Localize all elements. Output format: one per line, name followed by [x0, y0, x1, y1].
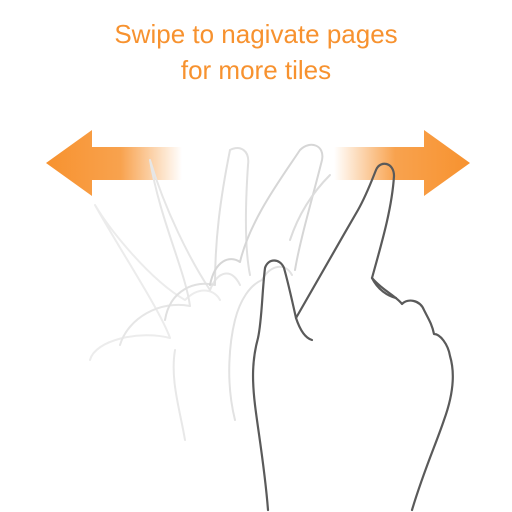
ghost-hand-1 — [89, 204, 221, 361]
ghost-hand-5 — [228, 265, 293, 421]
swipe-gesture-illustration — [46, 130, 470, 512]
arrow-left-icon — [46, 130, 182, 196]
hand-motion-trail — [89, 143, 331, 441]
arrow-right-icon — [334, 130, 470, 196]
swipe-hand-icon — [251, 162, 454, 512]
swipe-tutorial-screen: Swipe to nagivate pages for more tiles — [0, 0, 512, 512]
ghost-hand-2 — [119, 159, 241, 346]
ghost-hand-6 — [172, 349, 186, 441]
